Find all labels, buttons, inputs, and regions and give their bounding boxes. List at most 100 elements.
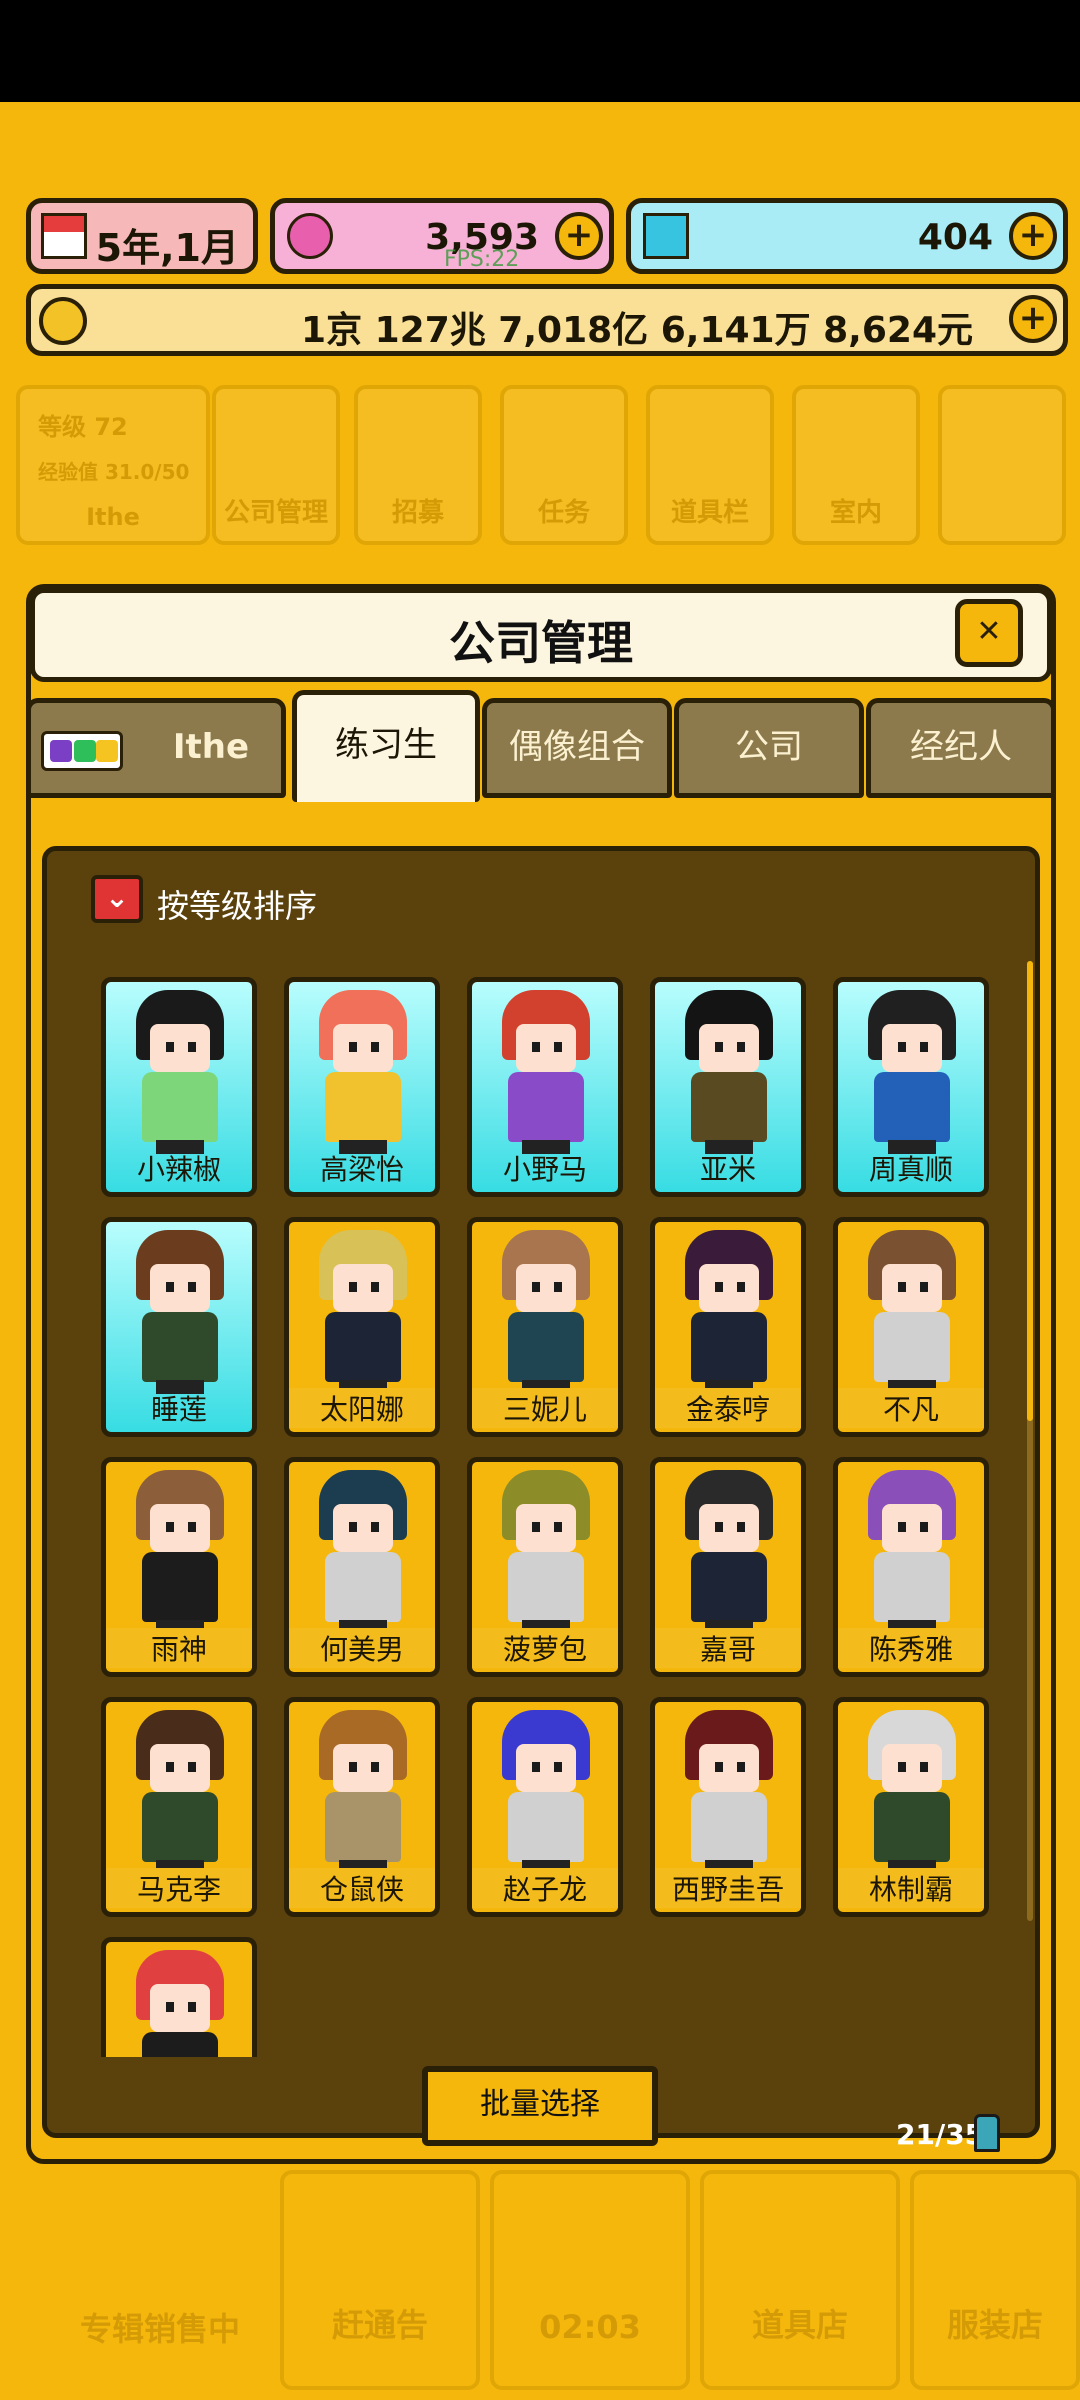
bg-bottom-label: 赶通告 [331, 2306, 428, 2344]
tab-trainees[interactable]: 练习生 [292, 690, 480, 802]
trainee-card[interactable] [101, 1937, 257, 2057]
trainee-avatar [128, 990, 232, 1154]
trainee-name: 周真顺 [868, 1153, 953, 1186]
bg-menu-item: 道具栏 [646, 385, 774, 545]
trainee-avatar [494, 990, 598, 1154]
trainee-card[interactable]: 三妮儿 [467, 1217, 623, 1437]
trainee-card[interactable]: 赵子龙 [467, 1697, 623, 1917]
diamond-count: 404 [917, 217, 993, 258]
bg-bottom-item: 道具店 [700, 2170, 900, 2390]
trainee-avatar [677, 990, 781, 1154]
status-bar [0, 0, 1080, 102]
bg-menu-label: 公司管理 [223, 498, 328, 528]
trainee-card[interactable]: 金泰哼 [650, 1217, 806, 1437]
panel-title: 公司管理 [449, 616, 633, 670]
trainee-card[interactable]: 何美男 [284, 1457, 440, 1677]
date-text: 5年,1月 [95, 226, 239, 270]
scroll-thumb[interactable] [1027, 961, 1033, 1421]
trainee-list: ⌄ 按等级排序 小辣椒 高梁怡 小野马 亚米 周真顺睡莲 太阳娜 三妮儿 金泰哼 不凡雨神 何美男… [42, 846, 1040, 2138]
trainee-name: 何美男 [289, 1628, 435, 1668]
coin-icon [39, 297, 87, 345]
gem-counter: 3,593 + [270, 198, 614, 274]
sort-label: 按等级排序 [157, 887, 318, 925]
trainee-card[interactable]: 高梁怡 [284, 977, 440, 1197]
bg-bottom-item: 02:03 [490, 2170, 690, 2390]
trainee-avatar [311, 1710, 415, 1874]
trainee-card[interactable]: 太阳娜 [284, 1217, 440, 1437]
tab-idol-groups[interactable]: 偶像组合 [482, 698, 672, 798]
trainee-name: 菠萝包 [472, 1628, 618, 1668]
trainee-card[interactable]: 西野圭吾 [650, 1697, 806, 1917]
panel-title-bar: 公司管理 ✕ [30, 588, 1052, 682]
trainee-card[interactable]: 雨神 [101, 1457, 257, 1677]
trainee-card[interactable]: 菠萝包 [467, 1457, 623, 1677]
tab-label: 偶像组合 [509, 727, 645, 767]
sort-toggle-button[interactable]: ⌄ [91, 875, 143, 923]
trainee-name: 金泰哼 [655, 1388, 801, 1428]
bg-bottom-label: 专辑销售中 [79, 2310, 240, 2348]
level-label: 等级 [38, 413, 86, 441]
trainee-name: 三妮儿 [472, 1388, 618, 1428]
trainee-card[interactable]: 陈秀雅 [833, 1457, 989, 1677]
bg-menu-label: 任务 [537, 498, 590, 528]
bg-bottom-item: 专辑销售中 [40, 2170, 280, 2390]
trainee-avatar [860, 1470, 964, 1634]
trainee-name: 亚米 [699, 1153, 756, 1186]
trainee-avatar [860, 1230, 964, 1394]
bg-menu-item: 任务 [500, 385, 628, 545]
trainee-name: 马克李 [106, 1868, 252, 1908]
group-icon [41, 731, 123, 771]
trainee-name: 仓鼠侠 [289, 1868, 435, 1908]
trainee-card[interactable]: 不凡 [833, 1217, 989, 1437]
tab-label: 经纪人 [910, 727, 1012, 767]
trainee-card[interactable]: 小辣椒 [101, 977, 257, 1197]
trainee-card[interactable]: 周真顺 [833, 977, 989, 1197]
trainee-avatar [128, 1230, 232, 1394]
bg-bottom-label: 服装店 [946, 2306, 1043, 2344]
trainee-avatar [677, 1470, 781, 1634]
trainee-name: 小辣椒 [136, 1153, 221, 1186]
trainee-name: 西野圭吾 [655, 1868, 801, 1908]
bg-menu-label: 道具栏 [670, 498, 749, 528]
level-value: 72 [94, 413, 128, 441]
tab-manager[interactable]: 经纪人 [866, 698, 1056, 798]
trainee-name: 睡莲 [150, 1393, 207, 1426]
trainee-card[interactable]: 亚米 [650, 977, 806, 1197]
trainee-name: 林制霸 [838, 1868, 984, 1908]
chevron-down-icon: ⌄ [105, 881, 129, 914]
trainee-card[interactable]: 马克李 [101, 1697, 257, 1917]
bg-menu-item: 公司管理 [212, 385, 340, 545]
trainee-card[interactable]: 仓鼠侠 [284, 1697, 440, 1917]
trainee-avatar [128, 1710, 232, 1874]
close-button[interactable]: ✕ [955, 599, 1023, 667]
fps-overlay: FPS:22 [444, 247, 520, 272]
bg-menu-item: 室内 [792, 385, 920, 545]
trainee-avatar [128, 1470, 232, 1634]
money-amount: 1京 127兆 7,018亿 6,141万 8,624元 [301, 310, 973, 351]
person-icon [974, 2114, 1000, 2152]
gem-icon [287, 213, 333, 259]
background-menu: 等级 72 经验值 31.0/50 Ithe 公司管理 招募 任务 道具栏 室内 [16, 385, 1076, 550]
trainee-avatar [494, 1230, 598, 1394]
trainee-card[interactable]: 嘉哥 [650, 1457, 806, 1677]
tab-profile[interactable]: Ithe [26, 698, 286, 798]
trainee-name: 高梁怡 [319, 1153, 404, 1186]
trainee-card[interactable]: 林制霸 [833, 1697, 989, 1917]
add-gems-button[interactable]: + [555, 212, 603, 260]
add-diamonds-button[interactable]: + [1009, 212, 1057, 260]
tab-company[interactable]: 公司 [674, 698, 864, 798]
batch-select-button[interactable]: 批量选择 [422, 2066, 658, 2146]
add-money-button[interactable]: + [1009, 295, 1057, 343]
tab-label: 练习生 [335, 725, 437, 765]
background-bottom-bar: 专辑销售中 赶通告 02:03 道具店 服装店 [0, 2170, 1080, 2400]
trainee-card[interactable]: 睡莲 [101, 1217, 257, 1437]
trainee-name: 陈秀雅 [838, 1628, 984, 1668]
background-profile: 等级 72 经验值 31.0/50 Ithe [16, 385, 210, 545]
bg-menu-item [938, 385, 1066, 545]
date-display: 5年,1月 [26, 198, 258, 274]
bg-bottom-label: 道具店 [751, 2306, 848, 2344]
bg-bottom-label: 02:03 [539, 2308, 641, 2346]
scrollbar[interactable] [1027, 961, 1033, 1921]
trainee-avatar [311, 1470, 415, 1634]
trainee-card[interactable]: 小野马 [467, 977, 623, 1197]
